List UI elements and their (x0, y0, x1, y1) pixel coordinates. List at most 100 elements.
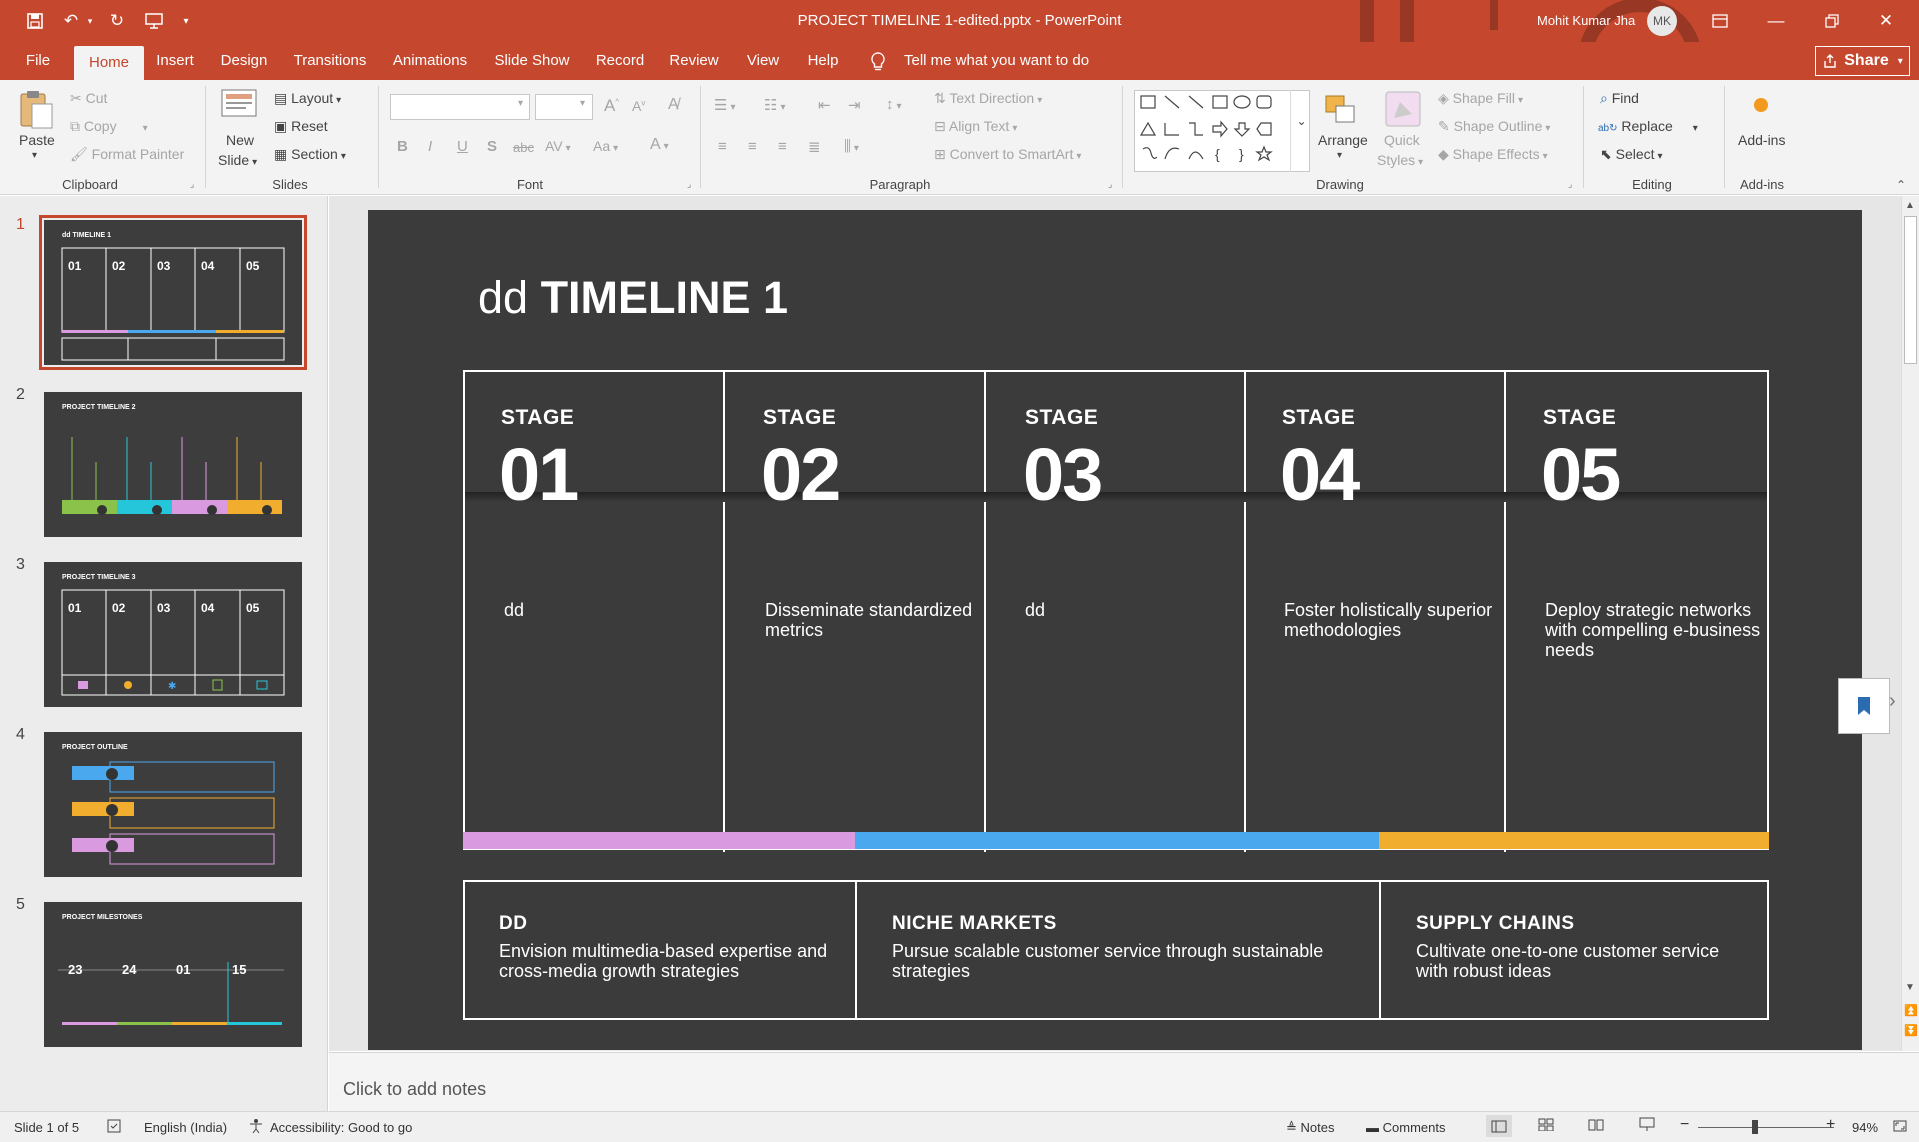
font-launcher-icon[interactable]: ⌟ (687, 179, 691, 190)
summary-title[interactable]: NICHE MARKETS (892, 913, 1057, 935)
bullets-icon[interactable]: ☰ ▾ (714, 96, 735, 114)
slide-thumbnail-5[interactable]: PROJECT MILESTONES 23 24 01 15 (44, 902, 302, 1047)
stage-label[interactable]: STAGE (1025, 406, 1098, 430)
timeline-bar-orange[interactable] (1379, 832, 1769, 849)
decrease-indent-icon[interactable]: ⇤ (818, 96, 831, 114)
stage-number[interactable]: 03 (1023, 438, 1103, 512)
tab-animations[interactable]: Animations (385, 42, 475, 80)
line-spacing-icon[interactable]: ↕ ▾ (886, 96, 902, 113)
underline-button[interactable]: U (457, 138, 468, 155)
font-size-dropdown-icon[interactable]: ▾ (580, 98, 585, 109)
next-slide-icon[interactable]: ⏬ (1904, 1024, 1918, 1037)
shape-outline-button[interactable]: ✎ Shape Outline ▾ (1438, 118, 1550, 135)
zoom-out-icon[interactable]: − (1680, 1116, 1689, 1134)
font-name-dropdown-icon[interactable]: ▾ (518, 98, 523, 109)
notes-toggle[interactable]: ≜ Notes (1286, 1120, 1335, 1136)
user-name[interactable]: Mohit Kumar Jha (1537, 13, 1635, 28)
zoom-level[interactable]: 94% (1852, 1120, 1878, 1135)
close-icon[interactable]: ✕ (1866, 6, 1906, 36)
slide-canvas[interactable]: dd TIMELINE 1 STAGE 01 dd STAGE 02 Disse… (368, 210, 1862, 1050)
clear-formatting-icon[interactable]: A̸ (668, 96, 679, 114)
slide-title[interactable]: dd TIMELINE 1 (478, 272, 788, 324)
align-text-button[interactable]: ⊟ Align Text ▾ (934, 118, 1017, 135)
cut-button[interactable]: ✂ Cut (70, 90, 107, 107)
tab-transitions[interactable]: Transitions (288, 42, 372, 80)
stage-label[interactable]: STAGE (1543, 406, 1616, 430)
tab-review[interactable]: Review (663, 42, 725, 80)
paste-button[interactable]: Paste (19, 132, 55, 148)
new-slide-label-2[interactable]: Slide ▾ (218, 152, 257, 168)
tab-insert[interactable]: Insert (150, 42, 200, 80)
layout-button[interactable]: ▤ Layout ▾ (274, 90, 341, 107)
align-right-icon[interactable]: ≡ (778, 138, 787, 155)
font-color-button[interactable]: A ▾ (650, 136, 669, 154)
scroll-down-icon[interactable]: ▼ (1905, 982, 1915, 993)
accessibility-status[interactable]: Accessibility: Good to go (270, 1120, 412, 1135)
stage-description[interactable]: Foster holistically superior methodologi… (1284, 600, 1514, 640)
share-button[interactable]: Share ▾ (1815, 46, 1910, 76)
timeline-bar-blue[interactable] (855, 832, 1379, 849)
increase-font-icon[interactable]: A^ (604, 96, 619, 116)
new-slide-icon[interactable] (220, 86, 260, 127)
shape-effects-button[interactable]: ◆ Shape Effects ▾ (1438, 146, 1548, 163)
scroll-up-icon[interactable]: ▲ (1905, 200, 1915, 211)
quick-styles-label[interactable]: Quick (1384, 132, 1420, 148)
tab-record[interactable]: Record (589, 42, 651, 80)
minimize-icon[interactable]: — (1756, 6, 1796, 36)
previous-slide-icon[interactable]: ⏫ (1904, 1004, 1918, 1017)
align-center-icon[interactable]: ≡ (748, 138, 757, 155)
stage-description[interactable]: Disseminate standardized metrics (765, 600, 995, 640)
text-shadow-button[interactable]: S (487, 138, 497, 155)
avatar[interactable]: MK (1647, 6, 1677, 36)
section-button[interactable]: ▦ Section ▾ (274, 146, 346, 163)
strikethrough-button[interactable]: abc (513, 140, 534, 155)
paste-icon[interactable] (18, 88, 54, 135)
add-ins-button[interactable]: Add-ins (1738, 132, 1785, 148)
align-left-icon[interactable]: ≡ (718, 138, 727, 155)
slide-thumbnail-2[interactable]: PROJECT TIMELINE 2 (44, 392, 302, 537)
increase-indent-icon[interactable]: ⇥ (848, 96, 861, 114)
stage-description[interactable]: dd (1025, 600, 1255, 620)
zoom-in-icon[interactable]: + (1826, 1116, 1835, 1134)
vertical-scrollbar[interactable]: ▲ ▼ ⏫ ⏬ (1901, 196, 1919, 1051)
tab-design[interactable]: Design (213, 42, 275, 80)
slide-thumbnail-1[interactable]: dd TIMELINE 1 01 02 03 04 05 (39, 215, 307, 370)
quick-styles-label-2[interactable]: Styles ▾ (1377, 152, 1423, 168)
italic-button[interactable]: I (428, 138, 432, 155)
slide-sorter-icon[interactable] (1538, 1118, 1554, 1134)
stage-number[interactable]: 01 (499, 438, 579, 512)
reading-view-icon[interactable] (1588, 1118, 1604, 1134)
restore-icon[interactable] (1812, 6, 1852, 36)
designer-ideas-button[interactable] (1838, 678, 1890, 734)
notes-placeholder[interactable]: Click to add notes (343, 1079, 486, 1100)
change-case-button[interactable]: Aa ▾ (593, 138, 618, 154)
collapse-ribbon-icon[interactable]: ⌃ (1896, 178, 1906, 192)
stage-label[interactable]: STAGE (1282, 406, 1355, 430)
shapes-gallery[interactable]: {} (1134, 90, 1310, 172)
shape-fill-button[interactable]: ◈ Shape Fill ▾ (1438, 90, 1523, 107)
convert-smartart-button[interactable]: ⊞ Convert to SmartArt ▾ (934, 146, 1081, 163)
quick-styles-icon[interactable] (1384, 90, 1422, 131)
stage-number[interactable]: 05 (1541, 438, 1621, 512)
decrease-font-icon[interactable]: Av (632, 98, 645, 114)
tab-help[interactable]: Help (800, 42, 846, 80)
summary-description[interactable]: Cultivate one-to-one customer service wi… (1416, 941, 1756, 981)
notes-pane[interactable]: Click to add notes (329, 1052, 1919, 1111)
character-spacing-button[interactable]: AV ▾ (545, 138, 571, 154)
text-direction-button[interactable]: ⇅ Text Direction ▾ (934, 90, 1042, 107)
normal-view-icon[interactable] (1486, 1115, 1512, 1137)
zoom-slider[interactable] (1698, 1127, 1834, 1128)
tab-home[interactable]: Home (74, 46, 144, 80)
summary-title[interactable]: DD (499, 913, 527, 935)
new-slide-label[interactable]: New (226, 132, 254, 148)
numbering-icon[interactable]: ☷ ▾ (764, 96, 785, 114)
zoom-slider-thumb[interactable] (1752, 1120, 1758, 1134)
bold-button[interactable]: B (397, 138, 408, 155)
summary-description[interactable]: Envision multimedia-based expertise and … (499, 941, 849, 981)
language-indicator[interactable]: English (India) (144, 1120, 227, 1135)
designer-expand-icon[interactable]: › (1889, 690, 1896, 713)
scrollbar-thumb[interactable] (1904, 216, 1917, 364)
stage-number[interactable]: 02 (761, 438, 841, 512)
stage-description[interactable]: Deploy strategic networks with compellin… (1545, 600, 1775, 660)
clipboard-launcher-icon[interactable]: ⌟ (190, 179, 194, 190)
